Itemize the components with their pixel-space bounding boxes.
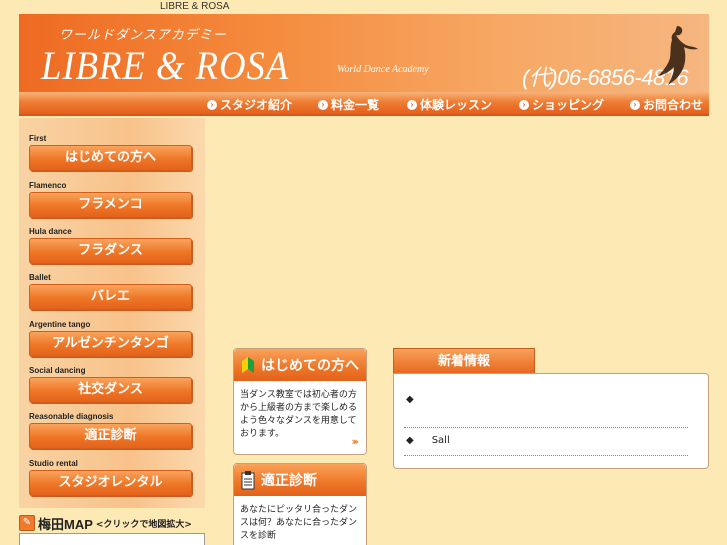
- sidebar-button-tango[interactable]: アルゼンチンタンゴ: [29, 331, 192, 357]
- more-arrows-icon[interactable]: ›››: [351, 435, 358, 448]
- map-header[interactable]: ✎ 梅田MAP <クリックで地図拡大>: [19, 513, 205, 533]
- divider: [404, 427, 688, 428]
- header-subtitle: World Dance Academy: [337, 64, 429, 75]
- category-label: Ballet: [29, 273, 51, 282]
- header-kana: ワールドダンスアカデミー: [59, 28, 227, 43]
- card-first-timers[interactable]: はじめての方へ 当ダンス教室では初心者の方から上級者の方まで楽しめるよう色々なダ…: [233, 348, 367, 455]
- news-tab: 新着情報: [393, 348, 535, 373]
- beginner-leaf-icon: [242, 357, 254, 373]
- sidebar: First はじめての方へ Flamenco フラメンコ Hula dance …: [19, 118, 205, 508]
- map-thumbnail[interactable]: [19, 533, 205, 545]
- category-label: Hula dance: [29, 227, 72, 236]
- divider: [404, 455, 688, 456]
- arrow-icon: ›: [630, 99, 640, 110]
- window-title: LIBRE & ROSA: [160, 1, 230, 12]
- news-item[interactable]: ◆: [406, 394, 432, 405]
- news-panel: ◆ ◆ Sall: [393, 373, 709, 469]
- category-label: Studio rental: [29, 459, 78, 468]
- news-text: Sall: [431, 435, 450, 446]
- nav-label: お問合わせ: [643, 98, 704, 112]
- dancer-silhouette-icon: [658, 26, 698, 85]
- nav-label: スタジオ紹介: [220, 98, 293, 112]
- card-diagnosis[interactable]: 適正診断 あなたにピッタリ合ったダンスは何？あなたに合ったダンスを診断: [233, 463, 367, 545]
- site-logo[interactable]: LIBRE & ROSA: [41, 42, 289, 89]
- card-text: 当ダンス教室では初心者の方から上級者の方まで楽しめるよう色々なダンスを用意してお…: [240, 390, 358, 439]
- category-label: Argentine tango: [29, 320, 91, 329]
- sidebar-button-social[interactable]: 社交ダンス: [29, 377, 192, 403]
- nav-studio[interactable]: › スタジオ紹介: [207, 96, 292, 113]
- card-text: あなたにピッタリ合ったダンスは何？あなたに合ったダンスを診断: [240, 505, 358, 541]
- card-header: はじめての方へ: [234, 349, 366, 381]
- news-item[interactable]: ◆ Sall: [406, 435, 450, 446]
- arrow-icon: ›: [407, 99, 417, 110]
- nav-label: ショッピング: [532, 98, 605, 112]
- nav-label: 体験レッスン: [420, 98, 493, 112]
- sidebar-button-ballet[interactable]: バレエ: [29, 284, 192, 310]
- sidebar-button-rental[interactable]: スタジオレンタル: [29, 470, 192, 496]
- card-title: 適正診断: [261, 473, 317, 489]
- card-header: 適正診断: [234, 464, 366, 496]
- category-label: First: [29, 134, 47, 143]
- site-header[interactable]: ワールドダンスアカデミー LIBRE & ROSA World Dance Ac…: [19, 14, 709, 92]
- sidebar-button-hula[interactable]: フラダンス: [29, 238, 192, 264]
- main-nav: › スタジオ紹介 › 料金一覧 › 体験レッスン › ショッピング › お問合わせ: [19, 92, 709, 116]
- sidebar-button-diagnosis[interactable]: 適正診断: [29, 423, 192, 449]
- arrow-icon: ›: [519, 99, 529, 110]
- category-label: Reasonable diagnosis: [29, 412, 114, 421]
- nav-trial-lesson[interactable]: › 体験レッスン: [407, 96, 492, 113]
- nav-contact[interactable]: › お問合わせ: [630, 96, 703, 113]
- pencil-icon: ✎: [19, 515, 35, 531]
- sidebar-button-flamenco[interactable]: フラメンコ: [29, 192, 192, 218]
- clipboard-icon: [241, 471, 255, 490]
- map-note: <クリックで地図拡大>: [95, 519, 192, 530]
- diamond-bullet-icon: ◆: [406, 394, 414, 405]
- nav-label: 料金一覧: [331, 98, 380, 112]
- category-label: Flamenco: [29, 181, 67, 190]
- map-title: 梅田MAP: [38, 516, 93, 532]
- nav-shopping[interactable]: › ショッピング: [519, 96, 604, 113]
- diamond-bullet-icon: ◆: [406, 435, 414, 446]
- nav-pricing[interactable]: › 料金一覧: [318, 96, 379, 113]
- category-label: Social dancing: [29, 366, 86, 375]
- sidebar-button-first[interactable]: はじめての方へ: [29, 145, 192, 171]
- arrow-icon: ›: [207, 99, 217, 110]
- card-title: はじめての方へ: [261, 358, 359, 374]
- arrow-icon: ›: [318, 99, 328, 110]
